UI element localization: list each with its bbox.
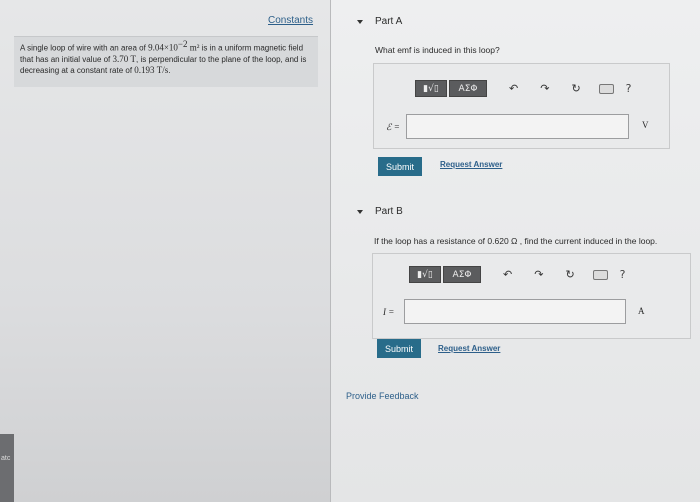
part-b-submit-button[interactable]: Submit [377,339,422,358]
part-b-title: Part B [375,206,403,217]
part-b-unit: A [638,306,645,316]
undo-icon[interactable]: ↶ [509,82,518,95]
part-a-toolbar: ▮√▯ ΑΣΦ ↶ ↷ ↻ ? [415,80,632,97]
reset-icon[interactable]: ↻ [571,82,580,95]
template-button[interactable]: ▮√▯ [409,266,441,283]
part-b-header[interactable]: Part B [357,206,403,217]
field-value: 3.70 [112,53,129,64]
part-a-request-answer-link[interactable]: Request Answer [440,160,502,169]
part-a-variable: ℰ = [386,122,400,132]
reset-icon[interactable]: ↻ [565,268,574,281]
problem-text-4: . [168,65,171,75]
part-a-header[interactable]: Part A [357,16,402,27]
problem-statement: A single loop of wire with an area of 9.… [20,39,316,76]
redo-icon[interactable]: ↷ [540,82,549,95]
caret-down-icon [357,19,363,24]
background-window-text: atc [1,455,11,462]
template-button[interactable]: ▮√▯ [415,80,447,97]
undo-icon[interactable]: ↶ [503,268,512,281]
keyboard-icon[interactable] [598,83,614,94]
part-a-submit-button[interactable]: Submit [378,157,423,176]
background-window-edge [0,434,14,502]
rate-value: 0.193 [134,64,155,75]
help-icon[interactable]: ? [626,82,632,95]
emf-input[interactable] [406,114,629,139]
part-a-title: Part A [375,16,403,27]
part-b-variable: I = [383,307,395,317]
constants-link[interactable]: Constants [268,15,313,26]
keyboard-icon[interactable] [592,269,608,280]
problem-text-1: A single loop of wire with an area of [20,43,149,53]
caret-down-icon [357,209,363,214]
area-value: 9.04×10 [148,42,178,53]
rate-unit: T/s [156,64,169,75]
help-icon[interactable]: ? [620,268,626,281]
symbols-button[interactable]: ΑΣΦ [443,266,481,283]
part-a-question: What emf is induced in this loop? [375,45,500,55]
area-exponent: −2 [177,39,188,49]
part-b-question: If the loop has a resistance of 0.620 Ω … [374,236,658,246]
redo-icon[interactable]: ↷ [534,268,543,281]
part-b-toolbar: ▮√▯ ΑΣΦ ↶ ↷ ↻ ? [409,266,626,283]
provide-feedback-link[interactable]: Provide Feedback [346,391,419,401]
part-b-request-answer-link[interactable]: Request Answer [438,344,500,353]
symbols-button[interactable]: ΑΣΦ [449,80,487,97]
current-input[interactable] [404,299,626,324]
part-a-unit: V [642,120,649,130]
area-unit: m² [189,42,200,53]
